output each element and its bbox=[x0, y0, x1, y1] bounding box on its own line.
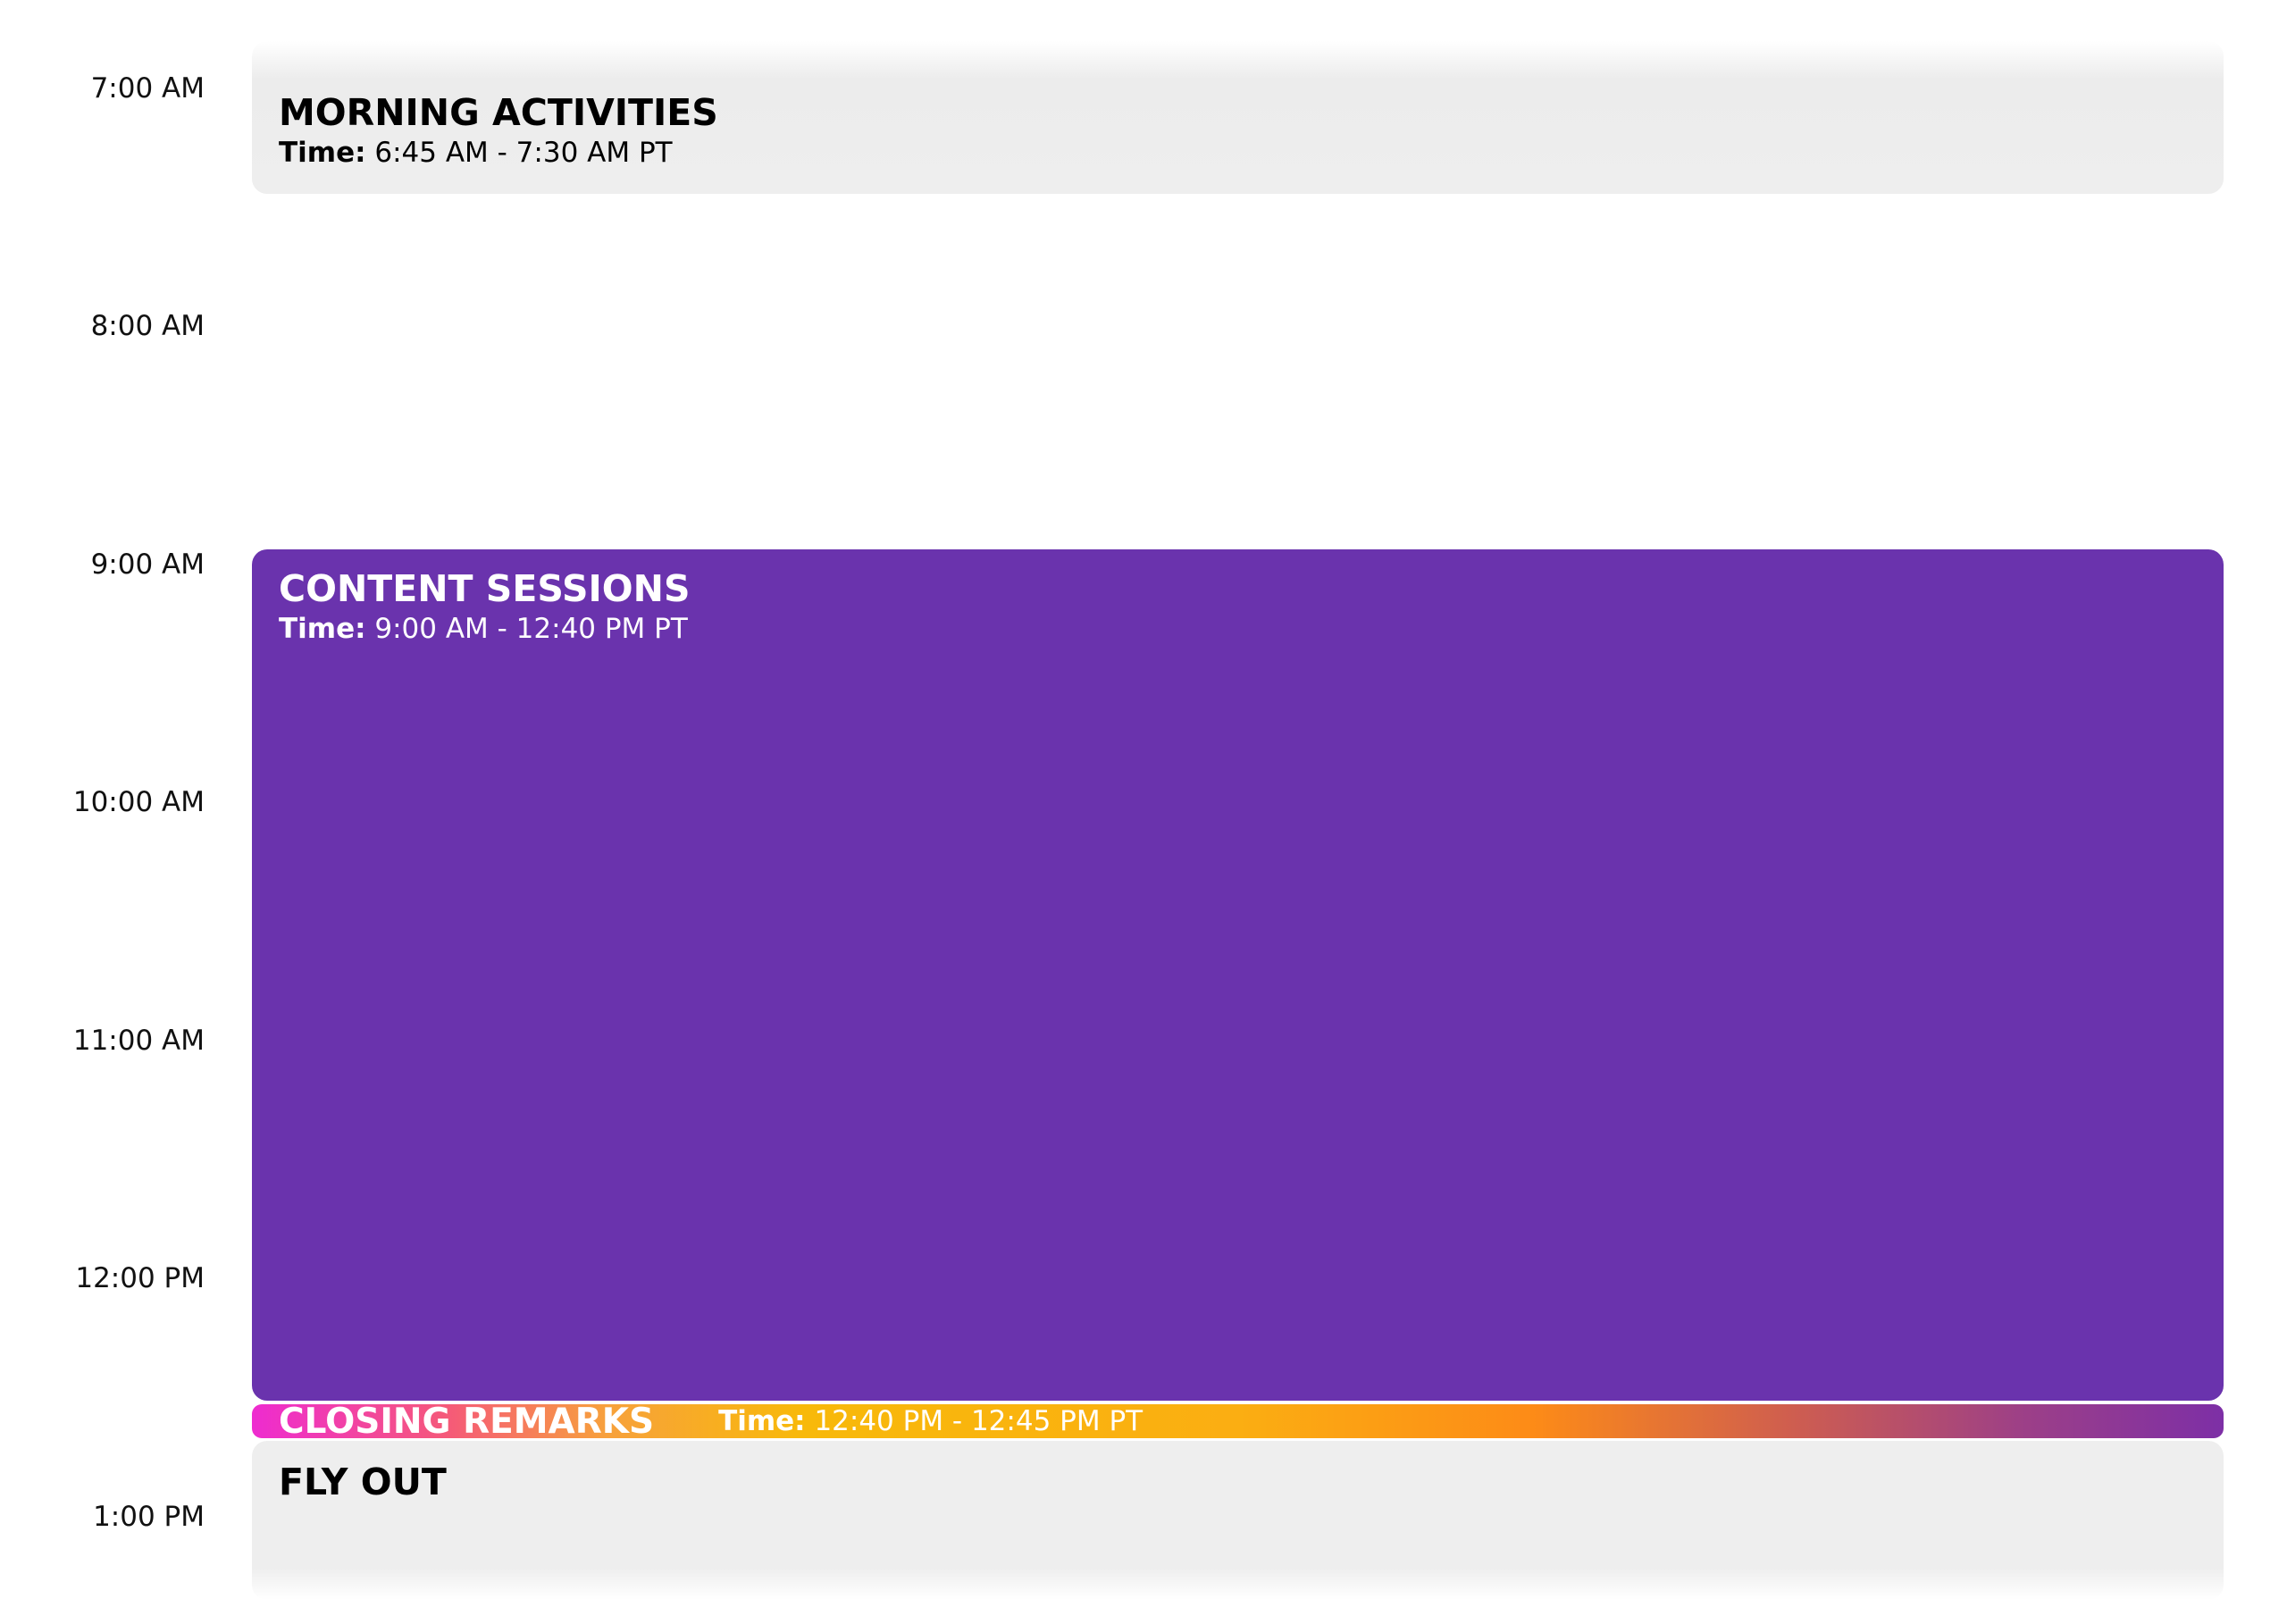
event-time: Time: 6:45 AM - 7:30 AM PT bbox=[279, 137, 2224, 170]
event-content-sessions[interactable]: CONTENT SESSIONS Time: 9:00 AM - 12:40 P… bbox=[252, 549, 2224, 1401]
event-time: Time: 12:40 PM - 12:45 PM PT bbox=[718, 1404, 1144, 1437]
event-time-label: Time: bbox=[279, 613, 366, 646]
event-time-value: 12:40 PM - 12:45 PM PT bbox=[814, 1404, 1144, 1437]
event-morning-activities[interactable]: MORNING ACTIVITIES Time: 6:45 AM - 7:30 … bbox=[252, 41, 2224, 194]
event-title: CONTENT SESSIONS bbox=[279, 567, 691, 610]
time-label-10am: 10:00 AM bbox=[72, 786, 205, 818]
event-time-label: Time: bbox=[718, 1404, 806, 1437]
event-closing-remarks[interactable]: CLOSING REMARKS Time: 12:40 PM - 12:45 P… bbox=[252, 1401, 2224, 1442]
event-time: Time: 9:00 AM - 12:40 PM PT bbox=[279, 613, 2224, 646]
time-label-1pm: 1:00 PM bbox=[93, 1501, 205, 1533]
time-label-8am: 8:00 AM bbox=[90, 310, 205, 342]
time-label-9am: 9:00 AM bbox=[90, 548, 205, 581]
event-time-value: 9:00 AM - 12:40 PM PT bbox=[374, 613, 688, 646]
event-title: CLOSING REMARKS bbox=[279, 1401, 655, 1442]
event-time-value: 6:45 AM - 7:30 AM PT bbox=[374, 137, 673, 170]
event-title: MORNING ACTIVITIES bbox=[279, 91, 718, 134]
event-time-label: Time: bbox=[279, 137, 366, 170]
event-fly-out[interactable]: FLY OUT bbox=[252, 1441, 2224, 1600]
time-label-7am: 7:00 AM bbox=[90, 72, 205, 105]
time-label-12pm: 12:00 PM bbox=[75, 1262, 205, 1294]
event-title: FLY OUT bbox=[279, 1461, 447, 1503]
time-label-11am: 11:00 AM bbox=[72, 1025, 205, 1057]
